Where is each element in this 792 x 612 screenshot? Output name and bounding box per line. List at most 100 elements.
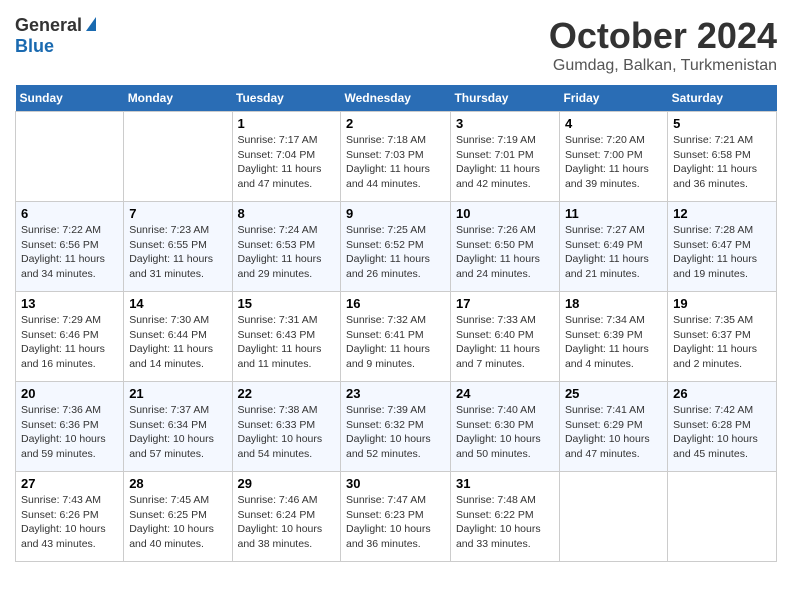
week-row-2: 6 Sunrise: 7:22 AMSunset: 6:56 PMDaylight…	[16, 202, 777, 292]
day-info: Sunrise: 7:30 AMSunset: 6:44 PMDaylight:…	[129, 313, 226, 372]
day-number: 28	[129, 476, 226, 491]
day-number: 13	[21, 296, 118, 311]
day-number: 17	[456, 296, 554, 311]
calendar-cell: 22 Sunrise: 7:38 AMSunset: 6:33 PMDayligh…	[232, 382, 341, 472]
calendar-cell: 25 Sunrise: 7:41 AMSunset: 6:29 PMDayligh…	[559, 382, 667, 472]
weekday-header-thursday: Thursday	[450, 85, 559, 112]
location-title: Gumdag, Balkan, Turkmenistan	[549, 57, 777, 75]
calendar-cell: 12Sunrise: 7:28 AMSunset: 6:47 PMDayligh…	[668, 202, 777, 292]
calendar-cell: 15Sunrise: 7:31 AMSunset: 6:43 PMDayligh…	[232, 292, 341, 382]
week-row-5: 27 Sunrise: 7:43 AMSunset: 6:26 PMDayligh…	[16, 472, 777, 562]
calendar-cell: 6 Sunrise: 7:22 AMSunset: 6:56 PMDaylight…	[16, 202, 124, 292]
calendar-cell: 2Sunrise: 7:18 AMSunset: 7:03 PMDaylight…	[341, 112, 451, 202]
day-info: Sunrise: 7:29 AMSunset: 6:46 PMDaylight:…	[21, 313, 118, 372]
day-info: Sunrise: 7:43 AMSunset: 6:26 PMDaylight:…	[21, 493, 118, 552]
calendar-cell: 5 Sunrise: 7:21 AMSunset: 6:58 PMDaylight…	[668, 112, 777, 202]
day-info: Sunrise: 7:23 AMSunset: 6:55 PMDaylight:…	[129, 223, 226, 282]
day-number: 3	[456, 116, 554, 131]
weekday-header-friday: Friday	[559, 85, 667, 112]
title-section: October 2024 Gumdag, Balkan, Turkmenista…	[549, 15, 777, 75]
day-number: 6	[21, 206, 118, 221]
day-info: Sunrise: 7:41 AMSunset: 6:29 PMDaylight:…	[565, 403, 662, 462]
day-info: Sunrise: 7:42 AMSunset: 6:28 PMDaylight:…	[673, 403, 771, 462]
logo: General Blue	[15, 15, 96, 57]
day-info: Sunrise: 7:45 AMSunset: 6:25 PMDaylight:…	[129, 493, 226, 552]
day-number: 31	[456, 476, 554, 491]
day-number: 27	[21, 476, 118, 491]
weekday-header-wednesday: Wednesday	[341, 85, 451, 112]
calendar-cell	[559, 472, 667, 562]
calendar-cell: 11 Sunrise: 7:27 AMSunset: 6:49 PMDayligh…	[559, 202, 667, 292]
day-info: Sunrise: 7:26 AMSunset: 6:50 PMDaylight:…	[456, 223, 554, 282]
calendar-cell: 21Sunrise: 7:37 AMSunset: 6:34 PMDayligh…	[124, 382, 232, 472]
day-info: Sunrise: 7:39 AMSunset: 6:32 PMDaylight:…	[346, 403, 445, 462]
calendar-cell	[668, 472, 777, 562]
calendar-cell: 23 Sunrise: 7:39 AMSunset: 6:32 PMDayligh…	[341, 382, 451, 472]
calendar-cell: 16 Sunrise: 7:32 AMSunset: 6:41 PMDayligh…	[341, 292, 451, 382]
calendar-cell: 13 Sunrise: 7:29 AMSunset: 6:46 PMDayligh…	[16, 292, 124, 382]
day-info: Sunrise: 7:33 AMSunset: 6:40 PMDaylight:…	[456, 313, 554, 372]
calendar-cell: 18Sunrise: 7:34 AMSunset: 6:39 PMDayligh…	[559, 292, 667, 382]
week-row-1: 1 Sunrise: 7:17 AMSunset: 7:04 PMDaylight…	[16, 112, 777, 202]
logo-blue-text: Blue	[15, 36, 54, 57]
day-number: 30	[346, 476, 445, 491]
day-info: Sunrise: 7:19 AMSunset: 7:01 PMDaylight:…	[456, 133, 554, 192]
calendar-cell: 27 Sunrise: 7:43 AMSunset: 6:26 PMDayligh…	[16, 472, 124, 562]
calendar-cell: 26Sunrise: 7:42 AMSunset: 6:28 PMDayligh…	[668, 382, 777, 472]
day-info: Sunrise: 7:20 AMSunset: 7:00 PMDaylight:…	[565, 133, 662, 192]
day-info: Sunrise: 7:17 AMSunset: 7:04 PMDaylight:…	[238, 133, 336, 192]
calendar-cell: 9Sunrise: 7:25 AMSunset: 6:52 PMDaylight…	[341, 202, 451, 292]
calendar-cell: 28 Sunrise: 7:45 AMSunset: 6:25 PMDayligh…	[124, 472, 232, 562]
calendar-cell: 30Sunrise: 7:47 AMSunset: 6:23 PMDayligh…	[341, 472, 451, 562]
day-info: Sunrise: 7:22 AMSunset: 6:56 PMDaylight:…	[21, 223, 118, 282]
day-number: 25	[565, 386, 662, 401]
calendar-cell: 31 Sunrise: 7:48 AMSunset: 6:22 PMDayligh…	[450, 472, 559, 562]
day-info: Sunrise: 7:25 AMSunset: 6:52 PMDaylight:…	[346, 223, 445, 282]
calendar-cell: 8Sunrise: 7:24 AMSunset: 6:53 PMDaylight…	[232, 202, 341, 292]
day-info: Sunrise: 7:34 AMSunset: 6:39 PMDaylight:…	[565, 313, 662, 372]
day-info: Sunrise: 7:21 AMSunset: 6:58 PMDaylight:…	[673, 133, 771, 192]
week-row-4: 20Sunrise: 7:36 AMSunset: 6:36 PMDayligh…	[16, 382, 777, 472]
calendar-cell: 24Sunrise: 7:40 AMSunset: 6:30 PMDayligh…	[450, 382, 559, 472]
calendar-cell: 10 Sunrise: 7:26 AMSunset: 6:50 PMDayligh…	[450, 202, 559, 292]
day-info: Sunrise: 7:38 AMSunset: 6:33 PMDaylight:…	[238, 403, 336, 462]
page-header: General Blue October 2024 Gumdag, Balkan…	[15, 15, 777, 75]
day-number: 1	[238, 116, 336, 131]
calendar-cell: 29Sunrise: 7:46 AMSunset: 6:24 PMDayligh…	[232, 472, 341, 562]
day-number: 23	[346, 386, 445, 401]
calendar-cell: 17 Sunrise: 7:33 AMSunset: 6:40 PMDayligh…	[450, 292, 559, 382]
day-info: Sunrise: 7:40 AMSunset: 6:30 PMDaylight:…	[456, 403, 554, 462]
day-number: 20	[21, 386, 118, 401]
calendar-cell: 19Sunrise: 7:35 AMSunset: 6:37 PMDayligh…	[668, 292, 777, 382]
logo-general-text: General	[15, 15, 82, 36]
weekday-header-monday: Monday	[124, 85, 232, 112]
logo-triangle-icon	[86, 17, 96, 31]
day-number: 5	[673, 116, 771, 131]
day-info: Sunrise: 7:18 AMSunset: 7:03 PMDaylight:…	[346, 133, 445, 192]
weekday-header-sunday: Sunday	[16, 85, 124, 112]
day-number: 10	[456, 206, 554, 221]
day-info: Sunrise: 7:24 AMSunset: 6:53 PMDaylight:…	[238, 223, 336, 282]
calendar-cell: 7Sunrise: 7:23 AMSunset: 6:55 PMDaylight…	[124, 202, 232, 292]
calendar-cell: 20Sunrise: 7:36 AMSunset: 6:36 PMDayligh…	[16, 382, 124, 472]
day-number: 22	[238, 386, 336, 401]
day-info: Sunrise: 7:32 AMSunset: 6:41 PMDaylight:…	[346, 313, 445, 372]
day-number: 12	[673, 206, 771, 221]
calendar-cell: 14 Sunrise: 7:30 AMSunset: 6:44 PMDayligh…	[124, 292, 232, 382]
day-info: Sunrise: 7:46 AMSunset: 6:24 PMDaylight:…	[238, 493, 336, 552]
day-info: Sunrise: 7:27 AMSunset: 6:49 PMDaylight:…	[565, 223, 662, 282]
weekday-header-saturday: Saturday	[668, 85, 777, 112]
month-title: October 2024	[549, 15, 777, 57]
calendar-cell: 4Sunrise: 7:20 AMSunset: 7:00 PMDaylight…	[559, 112, 667, 202]
day-number: 21	[129, 386, 226, 401]
calendar-cell: 1 Sunrise: 7:17 AMSunset: 7:04 PMDaylight…	[232, 112, 341, 202]
day-info: Sunrise: 7:31 AMSunset: 6:43 PMDaylight:…	[238, 313, 336, 372]
day-number: 16	[346, 296, 445, 311]
day-number: 11	[565, 206, 662, 221]
weekday-header-row: SundayMondayTuesdayWednesdayThursdayFrid…	[16, 85, 777, 112]
day-info: Sunrise: 7:48 AMSunset: 6:22 PMDaylight:…	[456, 493, 554, 552]
calendar-cell	[16, 112, 124, 202]
calendar-cell	[124, 112, 232, 202]
day-number: 14	[129, 296, 226, 311]
weekday-header-tuesday: Tuesday	[232, 85, 341, 112]
